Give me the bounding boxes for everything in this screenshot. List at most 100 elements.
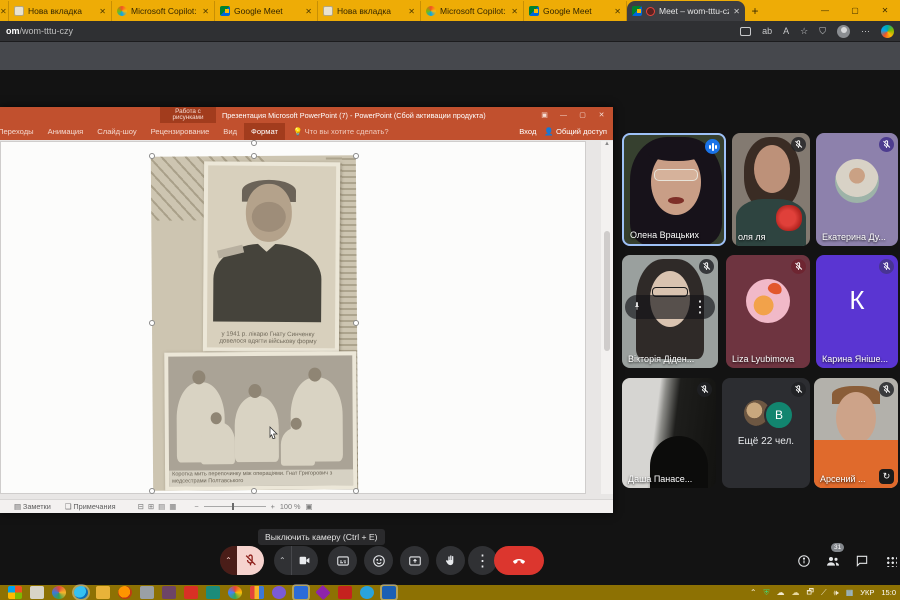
taskbar-app-icon[interactable] — [140, 586, 154, 599]
tab-new-2[interactable]: Нова вкладка ✕ — [318, 1, 421, 21]
favorites-star-icon[interactable]: ☆ — [800, 26, 808, 37]
tab-copilot-1[interactable]: Microsoft Copilot: ваш по ✕ — [112, 1, 215, 21]
tab-close-icon[interactable]: ✕ — [99, 7, 106, 16]
ribbon-tab-review[interactable]: Рецензирование — [144, 127, 217, 136]
ppt-minimize-button[interactable]: — — [554, 107, 573, 123]
tray-volume-icon[interactable]: 🕪 — [834, 588, 839, 598]
slide-canvas[interactable]: у 1941 р. лікарю Гнату Синченку довелося… — [0, 141, 586, 494]
taskbar-app-icon[interactable] — [206, 586, 220, 599]
view-switcher[interactable]: ⊟⊞▤▦ — [138, 502, 181, 511]
tab-close-icon[interactable]: ✕ — [733, 7, 740, 16]
scrollbar-thumb[interactable] — [604, 231, 610, 351]
selection-handle[interactable] — [149, 320, 155, 326]
camera-button[interactable] — [292, 546, 318, 575]
tab-partial[interactable]: ✕ — [0, 1, 9, 21]
ppt-contextual-tab[interactable]: Работа с рисунками — [160, 107, 216, 123]
fit-slide-icon[interactable]: ▣ — [306, 502, 313, 511]
raise-hand-button[interactable] — [436, 546, 465, 575]
tray-cloud-icon[interactable]: ☁ — [777, 588, 785, 597]
mic-muted-button[interactable] — [237, 546, 264, 575]
taskbar-app-icon[interactable] — [250, 586, 264, 599]
selection-handle[interactable] — [149, 153, 155, 159]
translate-icon[interactable]: ab — [762, 26, 772, 36]
edge-copilot-icon[interactable] — [881, 25, 894, 38]
restore-button[interactable]: ▢ — [840, 0, 870, 21]
participant-tile-arseniy[interactable]: ↻ Арсений ... — [814, 378, 898, 488]
read-aloud-icon[interactable]: A — [783, 26, 789, 36]
taskbar-app-icon[interactable] — [338, 586, 352, 599]
minimize-button[interactable]: — — [810, 0, 840, 21]
taskbar-chrome-icon[interactable] — [228, 586, 242, 599]
comments-button[interactable]: ❑ Примечания — [65, 502, 116, 511]
ribbon-tab-format[interactable]: Формат — [244, 123, 285, 140]
camera-options-chevron-icon[interactable]: ⌃ — [274, 546, 292, 575]
rotation-handle[interactable] — [251, 140, 257, 146]
ppt-restore-button[interactable]: ▢ — [573, 107, 592, 123]
language-indicator[interactable]: УКР — [860, 588, 874, 597]
tab-close-icon[interactable]: ✕ — [202, 7, 209, 16]
tray-onedrive-icon[interactable]: ☁ — [792, 588, 800, 597]
zoom-out-icon[interactable]: − — [194, 502, 198, 511]
profile-avatar[interactable] — [837, 25, 850, 38]
ribbon-display-icon[interactable]: ▣ — [535, 107, 554, 123]
clock[interactable]: 15:0 — [881, 588, 896, 597]
taskbar-viber-icon[interactable] — [272, 586, 286, 599]
zoom-slider[interactable] — [204, 506, 266, 507]
notes-button[interactable]: ▤ Заметки — [14, 502, 51, 511]
overflow-tile[interactable]: В Ещё 22 чел. — [722, 378, 810, 488]
tray-network-icon[interactable]: ⟋ — [821, 588, 827, 598]
collections-icon[interactable]: ⛉ — [819, 26, 826, 37]
effects-icon[interactable]: ↻ — [879, 469, 894, 484]
end-call-button[interactable] — [494, 546, 544, 575]
slide-scrollbar[interactable]: ▲ — [601, 141, 613, 494]
mic-options-chevron-icon[interactable]: ⌃ — [220, 546, 237, 575]
participant-tile-liza[interactable]: Liza Lyubimova — [726, 255, 810, 368]
taskbar-app-icon[interactable] — [52, 586, 66, 599]
participant-tile-dasha[interactable]: Даша Панасе... — [622, 378, 716, 488]
new-tab-button[interactable]: + — [745, 1, 765, 21]
start-button[interactable] — [8, 586, 22, 599]
tab-meet-1[interactable]: Google Meet ✕ — [215, 1, 318, 21]
activities-grid-icon[interactable] — [883, 553, 899, 569]
ribbon-tab-view[interactable]: Вид — [216, 127, 244, 136]
taskbar-explorer-icon[interactable] — [96, 586, 110, 599]
taskbar-word-icon[interactable] — [382, 586, 396, 599]
tray-shield-icon[interactable]: ⛨ — [764, 588, 770, 598]
selection-handle[interactable] — [353, 153, 359, 159]
tab-meet-2[interactable]: Google Meet ✕ — [524, 1, 627, 21]
selection-handle[interactable] — [149, 488, 155, 494]
tray-expand-icon[interactable]: ⌃ — [750, 588, 757, 597]
selection-handle[interactable] — [251, 153, 257, 159]
present-button[interactable] — [400, 546, 429, 575]
close-button[interactable]: ✕ — [870, 0, 900, 21]
info-icon[interactable] — [796, 553, 812, 569]
participant-tile-olia[interactable]: оля ля — [732, 133, 810, 246]
tile-more-icon[interactable]: ⋮ — [692, 297, 708, 317]
zoom-in-icon[interactable]: + — [271, 502, 275, 511]
selection-handle[interactable] — [353, 488, 359, 494]
ribbon-tab-animations[interactable]: Анимация — [41, 127, 91, 136]
tab-meet-active[interactable]: Meet – wom-tttu-czy ✕ — [627, 1, 745, 21]
participant-tile-viktoria[interactable]: ⋮ Вікторія Діден... — [622, 255, 718, 368]
taskbar-app-icon[interactable] — [184, 586, 198, 599]
captions-button[interactable] — [328, 546, 357, 575]
participant-tile-karina[interactable]: К Карина Яніше... — [816, 255, 898, 368]
taskbar-telegram-icon[interactable] — [360, 586, 374, 599]
tab-copilot-2[interactable]: Microsoft Copilot: ваш по ✕ — [421, 1, 524, 21]
people-icon[interactable]: 31 — [825, 553, 841, 569]
ribbon-tab-transitions[interactable]: Переходы — [0, 127, 41, 136]
tab-close-icon[interactable]: ✕ — [408, 7, 415, 16]
chat-icon[interactable] — [854, 553, 870, 569]
ppt-close-button[interactable]: ✕ — [592, 107, 611, 123]
more-options-button[interactable]: ⋮ — [468, 546, 497, 575]
tab-close-icon[interactable]: ✕ — [511, 7, 518, 16]
address-bar[interactable]: om/wom-tttu-czy ab A ☆ ⛉ ⋯ — [0, 21, 900, 42]
pin-icon[interactable] — [632, 298, 642, 316]
slide-picture-scrapbook[interactable]: у 1941 р. лікарю Гнату Синченку довелося… — [151, 155, 358, 490]
taskbar-edge-icon[interactable] — [74, 586, 88, 599]
share-button[interactable]: 👤 Общий доступ — [544, 127, 607, 136]
more-menu-icon[interactable]: ⋯ — [861, 26, 870, 37]
tab-actions-icon[interactable] — [740, 27, 751, 36]
taskbar-app-icon[interactable] — [294, 586, 308, 599]
selection-handle[interactable] — [353, 320, 359, 326]
